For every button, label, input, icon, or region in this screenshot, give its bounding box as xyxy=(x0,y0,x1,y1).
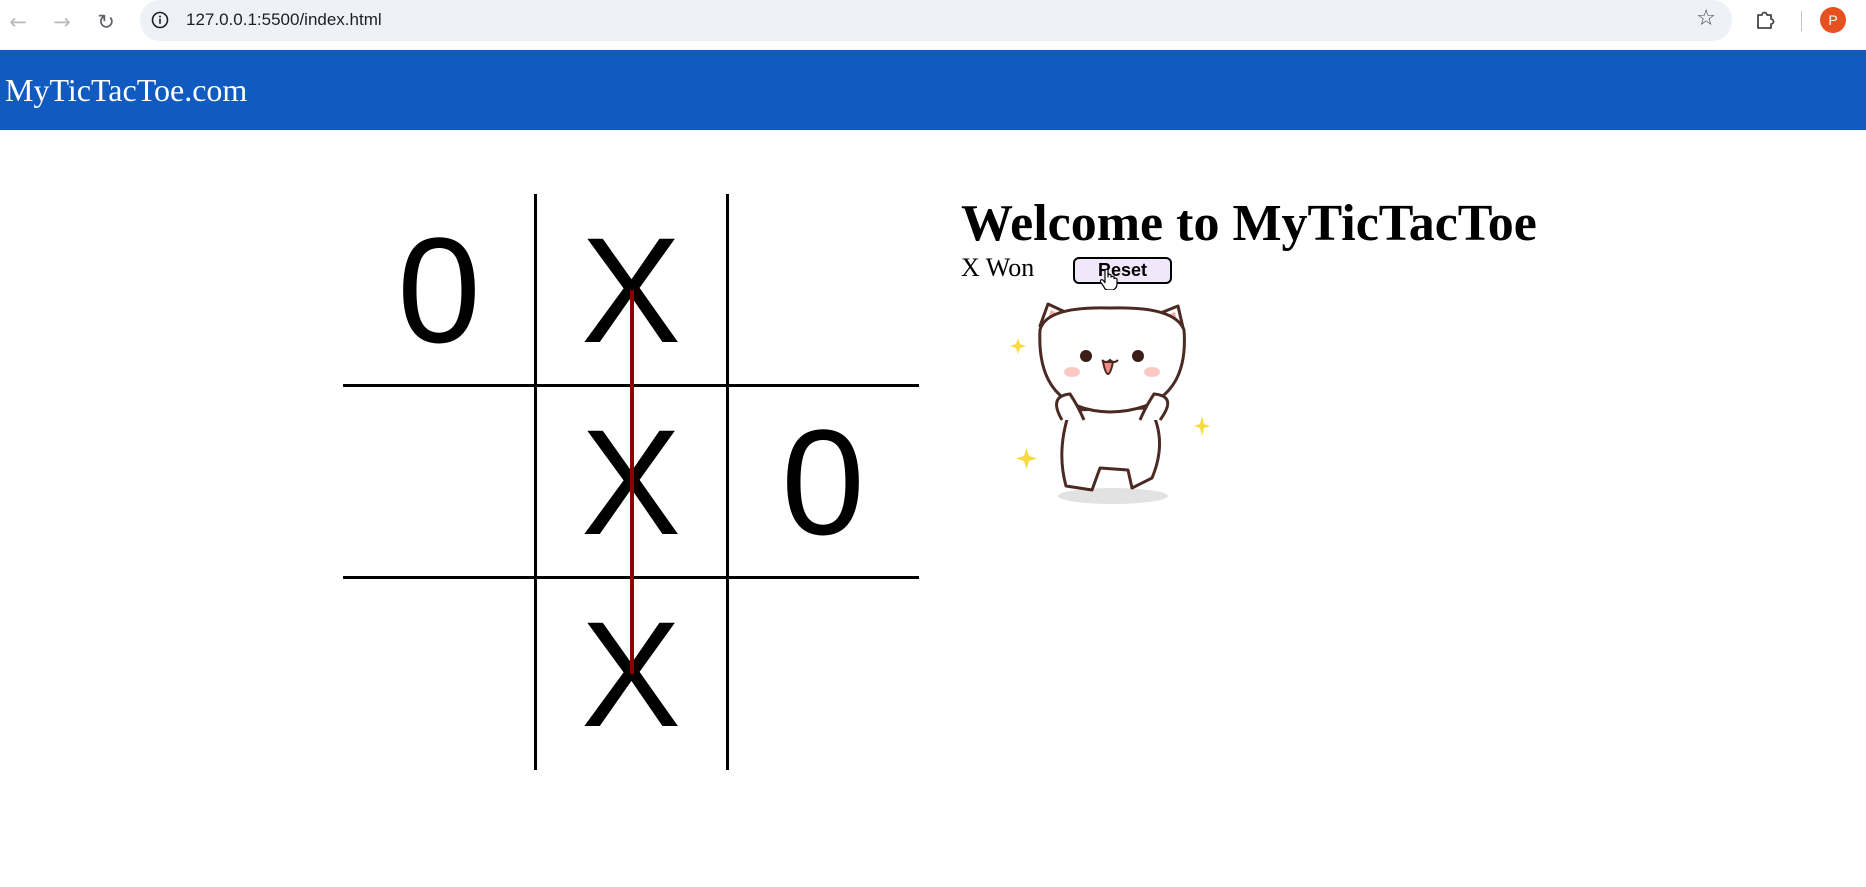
board-cell-2-0[interactable] xyxy=(343,578,535,770)
winning-line xyxy=(630,290,634,674)
reset-button[interactable]: Reset xyxy=(1073,257,1172,284)
puzzle-icon[interactable] xyxy=(1754,8,1778,37)
board-cell-0-2[interactable] xyxy=(727,194,919,386)
hand-cursor-icon xyxy=(1099,268,1118,295)
page-title: Welcome to MyTicTacToe xyxy=(961,195,1537,252)
site-header: MyTicTacToe.com xyxy=(0,50,1866,130)
sparkle-icon xyxy=(1010,338,1026,354)
site-brand[interactable]: MyTicTacToe.com xyxy=(5,72,247,108)
board-cell-1-0[interactable] xyxy=(343,386,535,578)
address-bar[interactable]: 127.0.0.1:5500/index.html ☆ xyxy=(140,0,1732,41)
back-button[interactable]: ← xyxy=(1,5,35,39)
site-info-icon[interactable] xyxy=(150,10,170,30)
url-text[interactable]: 127.0.0.1:5500/index.html xyxy=(186,10,382,30)
board-cell-1-2[interactable]: 0 xyxy=(727,386,919,578)
game-board: 0 X X 0 X xyxy=(343,194,919,770)
sparkle-icon xyxy=(1194,416,1210,436)
toolbar-divider xyxy=(1801,11,1802,31)
arrow-right-icon: → xyxy=(53,10,71,34)
dancing-cat-image xyxy=(1000,300,1220,515)
arrow-left-icon: ← xyxy=(9,10,27,34)
browser-toolbar: ← → ↻ 127.0.0.1:5500/index.html ☆ P xyxy=(0,0,1866,50)
reload-button[interactable]: ↻ xyxy=(89,5,123,39)
board-cell-0-0[interactable]: 0 xyxy=(343,194,535,386)
forward-button[interactable]: → xyxy=(45,5,79,39)
game-status: X Won xyxy=(961,253,1035,282)
star-icon[interactable]: ☆ xyxy=(1696,6,1716,31)
board-cell-2-2[interactable] xyxy=(727,578,919,770)
profile-avatar[interactable]: P xyxy=(1820,7,1846,33)
sparkle-icon xyxy=(1016,448,1037,469)
reload-icon: ↻ xyxy=(97,10,115,34)
